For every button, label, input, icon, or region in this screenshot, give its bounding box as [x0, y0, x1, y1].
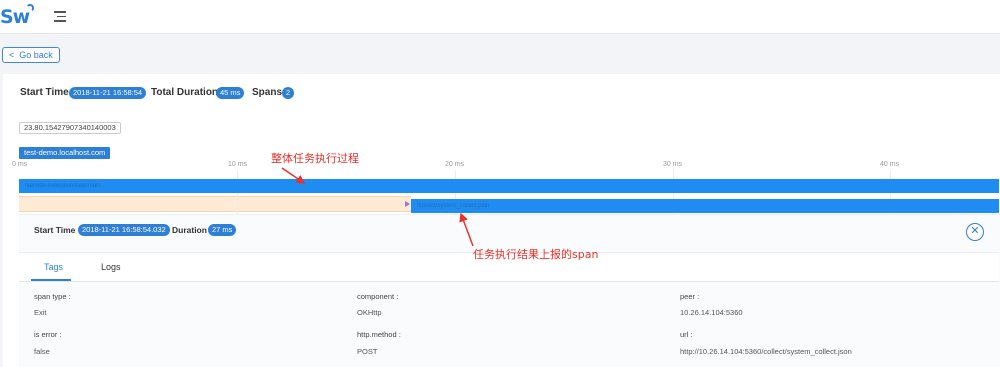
span-bar-overall[interactable]: /service-execution/task/main: [19, 179, 999, 193]
is-error-label: is error :: [34, 330, 62, 339]
tick-label: 30 ms: [663, 161, 683, 168]
http-method-value: POST: [357, 347, 378, 356]
total-duration-badge: 45 ms: [216, 87, 245, 99]
tick-label: 0 ms: [12, 161, 28, 168]
total-duration-label: Total Duration: [151, 87, 219, 98]
detail-start-time-label: Start Time: [34, 225, 76, 235]
tab-tags[interactable]: Tags: [44, 262, 63, 272]
detail-start-time-badge: 2018-11-21 16:58:54.032: [78, 224, 170, 236]
span-expand-marker: [405, 201, 410, 207]
service-tag[interactable]: test-demo.localhost.com: [19, 147, 111, 159]
span-type-label: span type :: [34, 292, 71, 301]
top-bar: Sw: [0, 0, 1000, 34]
span-type-value: Exit: [34, 308, 47, 317]
chevron-left-icon: <: [9, 50, 15, 60]
url-value: http://10.26.14.104:5360/collect/system_…: [680, 347, 852, 356]
span-bar-label: /collect/system_collect.json: [417, 203, 490, 209]
close-detail-icon[interactable]: ✕: [966, 223, 984, 241]
span-offset-area: [19, 196, 411, 212]
app-logo[interactable]: Sw: [0, 6, 30, 28]
http-method-label: http.method :: [357, 330, 401, 339]
annotation-overall: 整体任务执行过程: [271, 152, 359, 165]
tick-label: 20 ms: [445, 161, 465, 168]
start-time-badge: 2018-11-21 16:58:54: [69, 87, 147, 99]
detail-duration-badge: 27 ms: [208, 224, 237, 236]
span-detail-panel: [19, 214, 1000, 367]
span-bar-report[interactable]: /collect/system_collect.json: [411, 199, 999, 213]
detail-duration-label: Duration: [172, 225, 207, 235]
is-error-value: false: [34, 347, 50, 356]
tab-logs[interactable]: Logs: [101, 262, 121, 272]
spans-label: Spans: [252, 87, 283, 98]
logo-signal-icon: [26, 4, 34, 12]
active-tab-indicator: [31, 279, 71, 281]
go-back-button[interactable]: < Go back: [2, 47, 60, 63]
menu-toggle-icon[interactable]: [54, 11, 66, 22]
url-label: url :: [680, 330, 693, 339]
annotation-result-span: 任务执行结果上报的span: [473, 248, 599, 261]
peer-label: peer :: [680, 292, 700, 301]
trace-id-select[interactable]: 23.80.15427907340140003: [19, 122, 121, 134]
tick-label: 40 ms: [880, 161, 900, 168]
tick-label: 10 ms: [228, 161, 248, 168]
peer-value: 10.26.14.104:5360: [680, 308, 743, 317]
start-time-label: Start Time: [20, 87, 69, 98]
component-label: component :: [357, 292, 399, 301]
go-back-label: Go back: [19, 50, 53, 60]
component-value: OKHttp: [357, 308, 382, 317]
span-bar-label: /service-execution/task/main: [25, 183, 101, 189]
